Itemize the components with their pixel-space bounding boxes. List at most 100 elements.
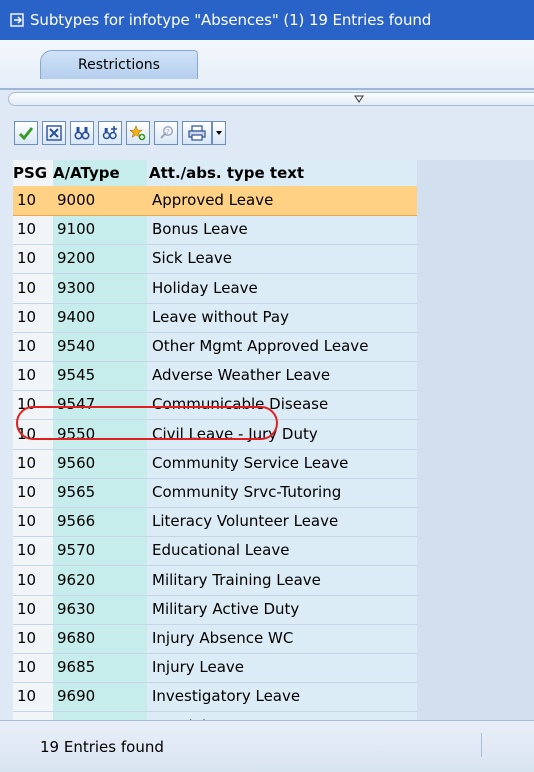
cell-psg: 10 — [17, 337, 37, 355]
header-type-text[interactable]: Att./abs. type text — [149, 164, 304, 182]
table-row[interactable]: 10 9630 Military Active Duty — [13, 595, 417, 625]
tab-divider — [0, 88, 534, 90]
cell-type-text: Investigatory Leave — [152, 687, 301, 706]
cell-psg: 10 — [17, 570, 37, 589]
table-row[interactable]: 10 9300 Holiday Leave — [13, 274, 417, 304]
expand-down-icon — [354, 95, 364, 103]
table-row[interactable]: 10 9545 Adverse Weather Leave — [13, 361, 417, 392]
binoculars-icon — [74, 127, 90, 140]
status-separator — [481, 733, 482, 757]
table-row[interactable]: 10 9000 Approved Leave — [13, 186, 417, 216]
cell-psg: 10 — [17, 278, 37, 297]
cell-atype: 9620 — [57, 570, 96, 589]
printer-icon — [188, 125, 206, 141]
cell-type-text: Civil Leave - Jury Duty — [152, 424, 318, 443]
cell-psg: 10 — [17, 453, 37, 472]
cell-atype: 9550 — [57, 424, 96, 443]
table-row[interactable]: 10 9620 Military Training Leave — [13, 566, 417, 596]
cell-atype: 9560 — [57, 453, 96, 472]
tab-strip: Restrictions — [0, 40, 534, 90]
column-bg-empty — [417, 160, 534, 720]
cell-psg: 10 — [17, 687, 37, 706]
cell-atype: 9565 — [57, 483, 96, 501]
cell-atype: 9540 — [57, 337, 96, 355]
cell-type-text: Community Service Leave — [152, 453, 349, 472]
cell-psg: 10 — [17, 220, 37, 239]
print-options-button[interactable] — [212, 121, 226, 145]
cell-psg: 10 — [17, 658, 37, 677]
cell-atype: 9690 — [57, 687, 96, 706]
svg-text:?: ? — [166, 128, 170, 136]
cell-psg: 10 — [17, 629, 37, 647]
new-entry-button[interactable] — [126, 121, 150, 145]
cell-atype: 9100 — [57, 220, 96, 239]
table-row[interactable]: 10 9400 Leave without Pay — [13, 303, 417, 333]
continue-button[interactable] — [14, 121, 38, 145]
cell-type-text: Literacy Volunteer Leave — [152, 512, 339, 531]
tab-restrictions[interactable]: Restrictions — [40, 50, 198, 79]
table-row[interactable]: 10 9690 Investigatory Leave — [13, 682, 417, 713]
cell-psg: 10 — [17, 512, 37, 531]
cell-type-text: Educational Leave — [152, 541, 290, 560]
window-icon — [10, 13, 24, 27]
cell-type-text: Injury Leave — [152, 658, 245, 677]
cell-psg: 10 — [17, 191, 37, 209]
table-row[interactable]: 10 9560 Community Service Leave — [13, 449, 417, 479]
find-button[interactable] — [70, 121, 94, 145]
cell-atype: 9630 — [57, 599, 96, 618]
table-row[interactable]: 10 9100 Bonus Leave — [13, 215, 417, 246]
window-title: Subtypes for infotype "Absences" (1) 19 … — [30, 11, 432, 29]
tab-restrictions-label: Restrictions — [78, 57, 160, 73]
cell-type-text: Community Srvc-Tutoring — [152, 483, 342, 501]
cell-atype: 9300 — [57, 278, 96, 297]
toolbar: ? — [0, 118, 534, 152]
chevron-down-icon — [216, 131, 222, 135]
print-button[interactable] — [182, 121, 212, 145]
binoculars-plus-icon — [102, 126, 117, 140]
cell-psg: 10 — [17, 249, 37, 268]
restrictions-expand-bar[interactable] — [8, 92, 534, 106]
cell-atype: 9680 — [57, 629, 96, 647]
star-plus-icon — [130, 125, 146, 141]
cancel-button[interactable] — [42, 121, 66, 145]
cell-type-text: Bonus Leave — [152, 220, 248, 239]
table-row[interactable]: 10 9540 Other Mgmt Approved Leave — [13, 332, 417, 362]
table-row[interactable]: 10 9200 Sick Leave — [13, 244, 417, 275]
cell-psg: 10 — [17, 424, 37, 443]
cell-type-text: Military Active Duty — [152, 599, 300, 618]
find-next-button[interactable] — [98, 121, 122, 145]
cell-psg: 10 — [17, 541, 37, 560]
cell-type-text: Other Mgmt Approved Leave — [152, 337, 369, 355]
cell-type-text: Adverse Weather Leave — [152, 366, 331, 385]
table-row[interactable]: 109712Special Leave — [13, 712, 417, 720]
table-row[interactable]: 10 9680 Injury Absence WC — [13, 624, 417, 654]
table-row[interactable]: 10 9685 Injury Leave — [13, 653, 417, 684]
cell-type-text: Injury Absence WC — [152, 629, 294, 647]
checkmark-icon — [18, 127, 34, 141]
status-text: 19 Entries found — [40, 738, 164, 756]
table-row[interactable]: 10 9565 Community Srvc-Tutoring — [13, 478, 417, 508]
cell-atype: 9685 — [57, 658, 96, 677]
cell-atype: 9566 — [57, 512, 96, 531]
table-row[interactable]: 10 9550 Civil Leave - Jury Duty — [13, 420, 417, 450]
cell-type-text: Leave without Pay — [152, 307, 289, 326]
cell-type-text: Communicable Disease — [152, 395, 329, 414]
cell-atype: 9547 — [57, 395, 96, 414]
cell-atype: 9570 — [57, 541, 96, 560]
help-button[interactable]: ? — [154, 121, 178, 145]
header-psg[interactable]: PSG — [13, 164, 47, 182]
table-row[interactable]: 10 9570 Educational Leave — [13, 536, 417, 567]
table-header: PSG A/AType Att./abs. type text — [13, 160, 417, 186]
header-atype[interactable]: A/AType — [53, 164, 120, 182]
table-row[interactable]: 10 9547 Communicable Disease — [13, 390, 417, 421]
cell-type-text: Approved Leave — [152, 191, 274, 209]
cell-psg: 10 — [17, 395, 37, 414]
status-bar: 19 Entries found — [0, 720, 534, 772]
cell-atype: 9545 — [57, 366, 96, 385]
cell-psg: 10 — [17, 307, 37, 326]
cell-type-text: Sick Leave — [152, 249, 233, 268]
cell-atype: 9400 — [57, 307, 96, 326]
table-row[interactable]: 10 9566 Literacy Volunteer Leave — [13, 507, 417, 538]
cell-atype: 9000 — [57, 191, 96, 209]
window-titlebar: Subtypes for infotype "Absences" (1) 19 … — [0, 0, 534, 40]
